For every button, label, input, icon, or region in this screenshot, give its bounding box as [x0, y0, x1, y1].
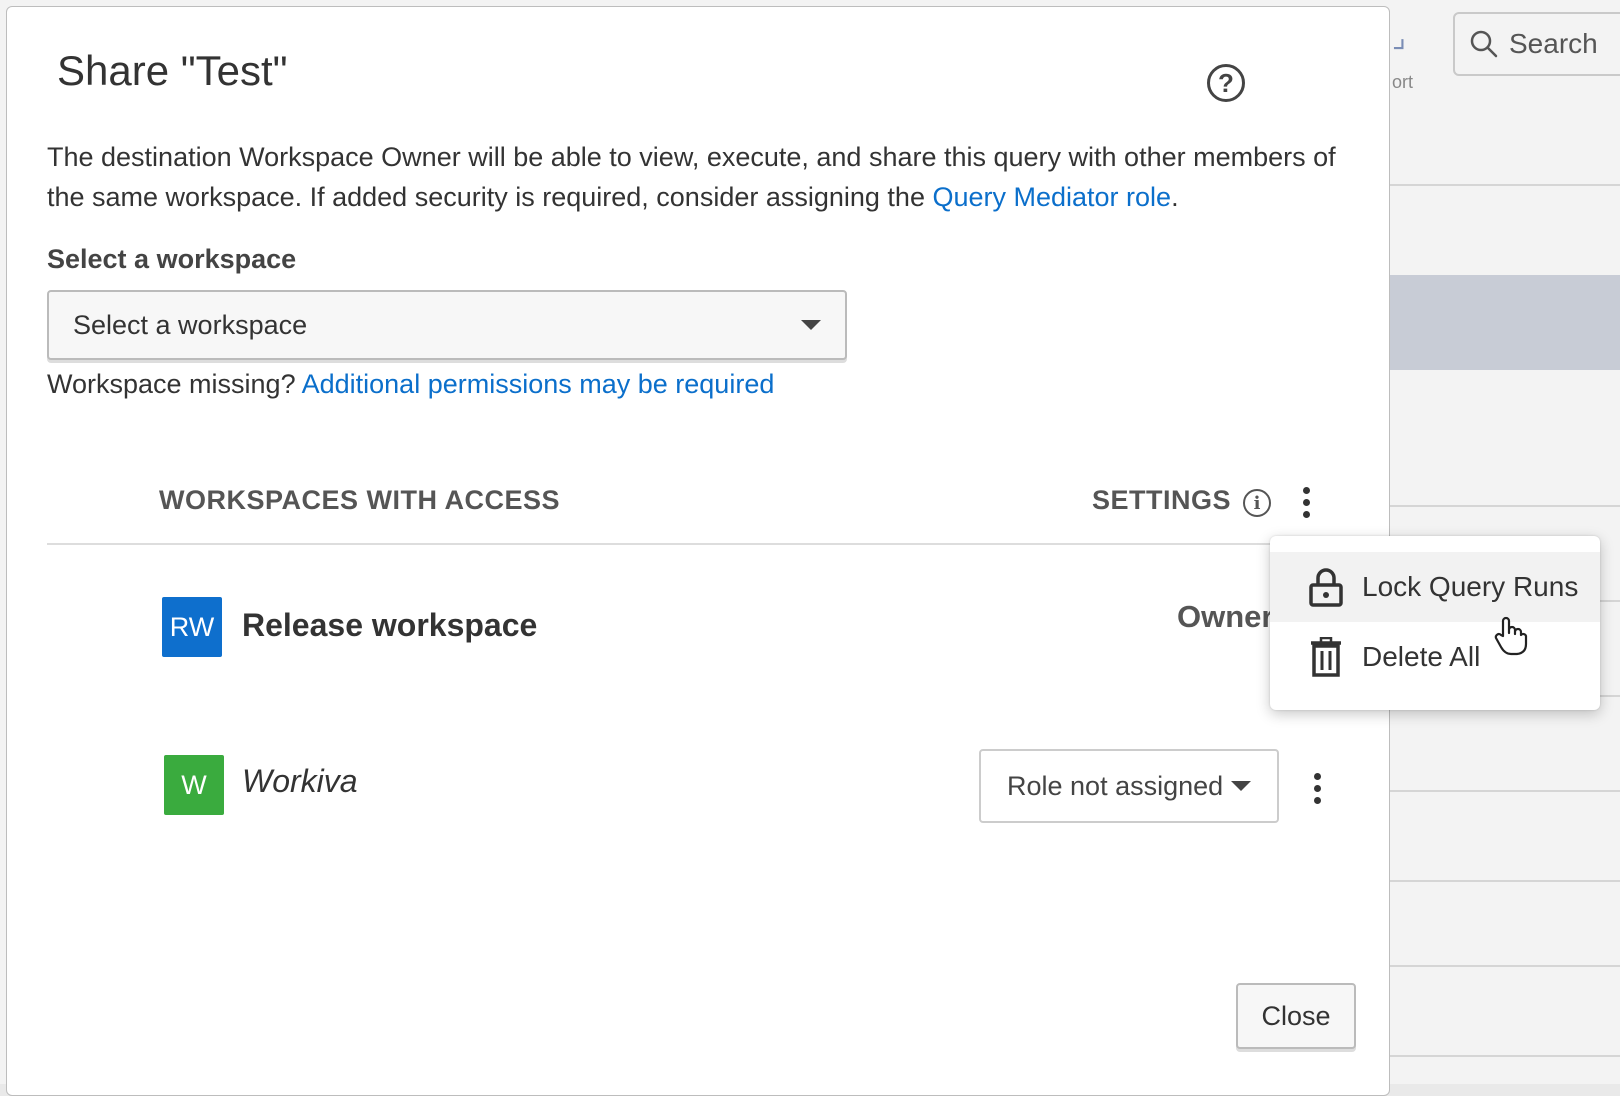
menu-item-label: Delete All — [1362, 641, 1481, 672]
background-icon: ⌟ — [1392, 21, 1407, 54]
row-more-icon[interactable] — [1309, 773, 1325, 804]
search-label: Search — [1509, 28, 1598, 59]
lock-icon — [1309, 568, 1343, 607]
additional-permissions-link[interactable]: Additional permissions may be required — [302, 369, 775, 399]
dialog-description: The destination Workspace Owner will be … — [47, 137, 1377, 217]
workspace-select[interactable]: Select a workspace — [47, 290, 847, 360]
column-workspaces: WORKSPACES WITH ACCESS — [159, 485, 561, 515]
menu-item-label: Lock Query Runs — [1362, 571, 1579, 602]
description-end: . — [1171, 182, 1179, 212]
background-divider — [1390, 1055, 1620, 1057]
workspace-name: Release workspace — [242, 607, 538, 643]
background-divider — [1390, 880, 1620, 882]
settings-menu: Lock Query Runs Delete All — [1270, 536, 1600, 710]
hand-cursor-icon — [1494, 616, 1528, 656]
background-divider — [1390, 790, 1620, 792]
dialog-title: Share "Test" — [57, 47, 288, 94]
background-label-fragment: ort — [1392, 72, 1414, 92]
caret-down-icon — [801, 320, 821, 330]
table-row: RW Release workspace Owner — [47, 587, 1337, 667]
role-select[interactable]: Role not assigned — [979, 749, 1279, 823]
trash-icon — [1311, 637, 1341, 677]
menu-item-lock-query-runs[interactable]: Lock Query Runs — [1270, 552, 1600, 622]
access-table-header: WORKSPACES WITH ACCESS SETTINGS i — [47, 477, 1337, 545]
column-settings: SETTINGS — [1092, 485, 1232, 515]
workspace-missing-text: Workspace missing? — [47, 369, 302, 399]
workspace-name: Workiva — [242, 763, 358, 799]
workspace-select-value: Select a workspace — [73, 309, 308, 340]
background-selected-row — [1390, 275, 1620, 370]
background-divider — [1390, 965, 1620, 967]
share-dialog: Share "Test" ? The destination Workspace… — [6, 6, 1390, 1096]
settings-more-icon[interactable] — [1298, 487, 1314, 518]
workspace-role: Owner — [1177, 599, 1274, 634]
avatar: W — [164, 755, 224, 815]
query-mediator-role-link[interactable]: Query Mediator role — [932, 182, 1171, 212]
role-select-value: Role not assigned — [1007, 770, 1224, 801]
close-button[interactable]: Close — [1236, 983, 1356, 1049]
info-icon[interactable]: i — [1243, 489, 1271, 517]
workspace-select-label: Select a workspace — [47, 244, 297, 274]
background-divider — [1390, 505, 1620, 507]
menu-item-delete-all[interactable]: Delete All — [1270, 622, 1600, 692]
caret-down-icon — [1231, 781, 1251, 791]
table-row: W Workiva Role not assigned — [47, 749, 1337, 829]
workspace-missing-note: Workspace missing? Additional permission… — [47, 369, 774, 400]
help-icon[interactable]: ? — [1207, 64, 1245, 102]
search-icon — [1470, 30, 1498, 58]
avatar: RW — [162, 597, 222, 657]
background-divider — [1390, 184, 1620, 186]
background-search-box[interactable]: Search — [1453, 12, 1620, 76]
